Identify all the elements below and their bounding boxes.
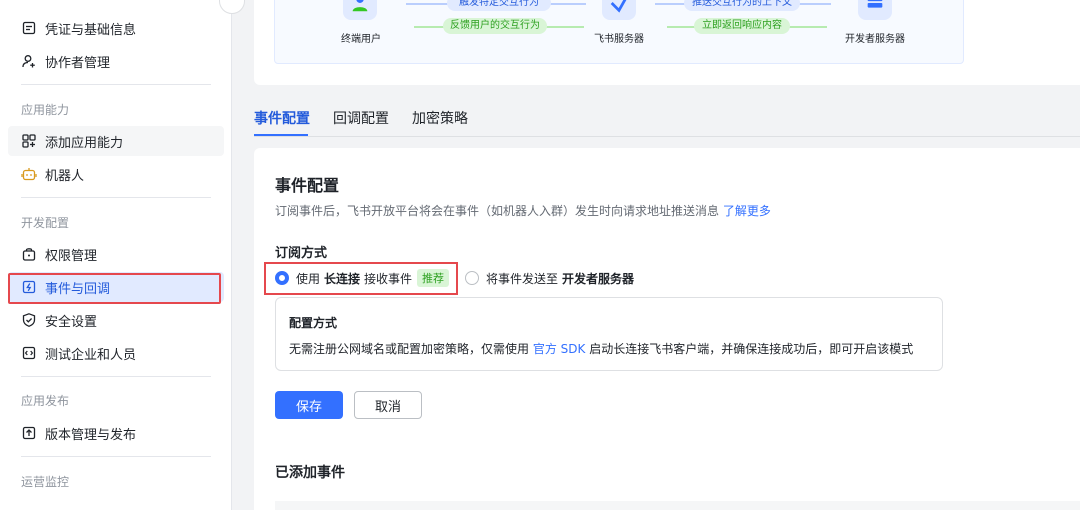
learn-more-link[interactable]: 了解更多	[723, 204, 771, 218]
tabs-divider	[254, 136, 1080, 137]
recommended-badge: 推荐	[417, 269, 450, 287]
add-user-icon	[21, 53, 37, 69]
flow-feishu-server-label: 飞书服务器	[594, 34, 644, 45]
config-desc-prefix: 无需注册公网域名或配置加密策略，仅需使用	[289, 342, 530, 356]
sidebar-item-version-publish[interactable]: 版本管理与发布	[8, 418, 224, 448]
server-icon	[858, 0, 892, 20]
section-title: 事件配置	[275, 176, 340, 195]
add-app-icon	[21, 133, 37, 149]
radio-label-bold: 开发者服务器	[562, 271, 635, 286]
flow-push-pill: 推送交互行为的上下文	[684, 0, 800, 11]
robot-icon	[21, 166, 37, 182]
sidebar-item-test-enterprise[interactable]: 测试企业和人员	[8, 338, 224, 368]
radio-label-prefix: 将事件发送至	[486, 271, 559, 286]
credential-icon	[21, 20, 37, 36]
group-title-app-publish: 应用发布	[21, 394, 70, 408]
config-method-title: 配置方式	[289, 316, 338, 330]
radio-label-bold: 长连接	[324, 271, 361, 286]
flow-end-user-label: 终端用户	[341, 34, 381, 45]
sidebar-divider	[21, 84, 211, 85]
flow-trigger-pill: 触发特定交互行为	[447, 0, 551, 11]
sidebar-item-collaborators[interactable]: 协作者管理	[8, 46, 224, 76]
official-sdk-link[interactable]: 官方 SDK	[533, 342, 586, 356]
sidebar-item-label: 版本管理与发布	[45, 427, 137, 443]
sidebar-item-label: 机器人	[45, 168, 85, 184]
sidebar-item-add-app-ability[interactable]: 添加应用能力	[8, 126, 224, 156]
end-user-icon	[343, 0, 377, 20]
flow-feedback-pill: 反馈用户的交互行为	[443, 18, 547, 34]
config-method-description: 无需注册公网域名或配置加密策略，仅需使用 官方 SDK 启动长连接飞书客户端，并…	[289, 340, 913, 357]
sidebar-divider	[21, 197, 211, 198]
sidebar-item-robot[interactable]: 机器人	[8, 159, 224, 189]
sidebar-item-events-callbacks[interactable]: 事件与回调	[8, 272, 224, 302]
shield-icon	[21, 312, 37, 328]
sidebar: 凭证与基础信息 协作者管理 应用能力 添加应用能力 机器人 开发配置 权限管理 …	[0, 0, 232, 510]
tab-encryption-strategy[interactable]: 加密策略	[412, 108, 468, 128]
section-description: 订阅事件后，飞书开放平台将会在事件（如机器人入群）发生时向请求地址推送消息 了解…	[275, 202, 771, 219]
sidebar-item-label: 事件与回调	[45, 281, 111, 297]
group-title-app-ability: 应用能力	[21, 103, 70, 117]
sidebar-divider	[21, 456, 211, 457]
flow-dev-server-label: 开发者服务器	[845, 34, 905, 45]
sidebar-item-security[interactable]: 安全设置	[8, 305, 224, 335]
sidebar-item-label: 添加应用能力	[45, 135, 124, 151]
sidebar-item-credentials[interactable]: 凭证与基础信息	[8, 13, 224, 43]
sidebar-item-label: 测试企业和人员	[45, 347, 137, 363]
radio-label-prefix: 使用	[296, 271, 321, 286]
sidebar-item-label: 凭证与基础信息	[45, 22, 137, 38]
save-button[interactable]: 保存	[275, 391, 343, 419]
subscribe-method-title: 订阅方式	[275, 246, 328, 261]
lock-icon	[21, 246, 37, 262]
sidebar-item-permissions[interactable]: 权限管理	[8, 239, 224, 269]
events-table-header	[275, 501, 1080, 510]
upload-icon	[21, 425, 37, 441]
sidebar-item-label: 协作者管理	[45, 55, 111, 71]
feishu-logo-icon	[602, 0, 636, 20]
radio-label-suffix: 接收事件	[364, 271, 413, 286]
config-desc-suffix: 启动长连接飞书客户端，并确保连接成功后，即可开启该模式	[589, 342, 914, 356]
sidebar-item-label: 权限管理	[45, 248, 98, 264]
sidebar-divider	[21, 376, 211, 377]
cancel-button[interactable]: 取消	[354, 391, 422, 419]
group-title-dev-config: 开发配置	[21, 216, 70, 230]
code-icon	[21, 345, 37, 361]
event-icon	[21, 279, 37, 295]
radio-checked-icon[interactable]	[275, 271, 289, 285]
flow-respond-pill: 立即返回响应内容	[694, 18, 790, 34]
added-events-title: 已添加事件	[275, 465, 345, 481]
description-text: 订阅事件后，飞书开放平台将会在事件（如机器人入群）发生时向请求地址推送消息	[275, 204, 720, 218]
radio-dev-server[interactable]: 将事件发送至 开发者服务器	[465, 269, 634, 287]
radio-unchecked-icon[interactable]	[465, 271, 479, 285]
config-method-box	[275, 297, 943, 371]
radio-long-connection[interactable]: 使用 长连接 接收事件 推荐	[275, 269, 450, 287]
group-title-ops-monitor: 运营监控	[21, 475, 70, 489]
tab-event-config[interactable]: 事件配置	[254, 108, 310, 128]
sidebar-item-label: 安全设置	[45, 314, 98, 330]
tab-callback-config[interactable]: 回调配置	[333, 108, 389, 128]
